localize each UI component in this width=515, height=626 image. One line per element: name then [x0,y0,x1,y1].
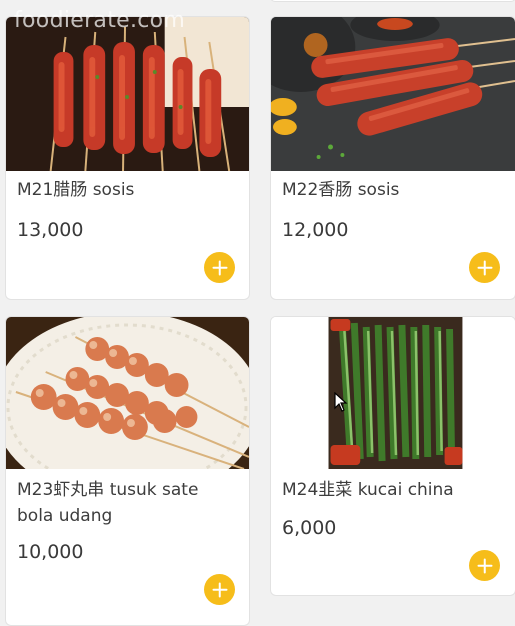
item-price: 6,000 [282,517,337,539]
menu-item-card[interactable]: M24韭菜 kucai china 6,000 [270,316,515,596]
menu-item-card[interactable]: M21腊肠 sosis 13,000 [5,16,250,300]
menu-item-card[interactable]: M22香肠 sosis 12,000 [270,16,515,300]
add-to-cart-button[interactable] [204,574,235,605]
item-price: 10,000 [17,541,84,563]
item-price: 12,000 [282,219,349,241]
add-to-cart-button[interactable] [469,252,500,283]
grilled-sausage-skewers-image [6,17,249,171]
item-name: M24韭菜 kucai china [282,480,454,500]
mouse-pointer-icon [334,392,348,412]
sausage-sticks-on-slate-image [271,17,515,171]
previous-card-edge [270,0,515,2]
watermark-logo: foodierate.com [14,8,186,33]
shrimp-ball-skewers-image [6,317,249,469]
add-to-cart-button[interactable] [469,550,500,581]
item-name: M22香肠 sosis [282,180,400,200]
item-price: 13,000 [17,219,84,241]
menu-item-card[interactable]: M23虾丸串 tusuk sate bola udang 10,000 [5,316,250,626]
chinese-chive-skewers-image [271,317,515,469]
item-name: M21腊肠 sosis [17,180,135,200]
add-to-cart-button[interactable] [204,252,235,283]
item-name: M23虾丸串 tusuk sate bola udang [17,480,199,526]
